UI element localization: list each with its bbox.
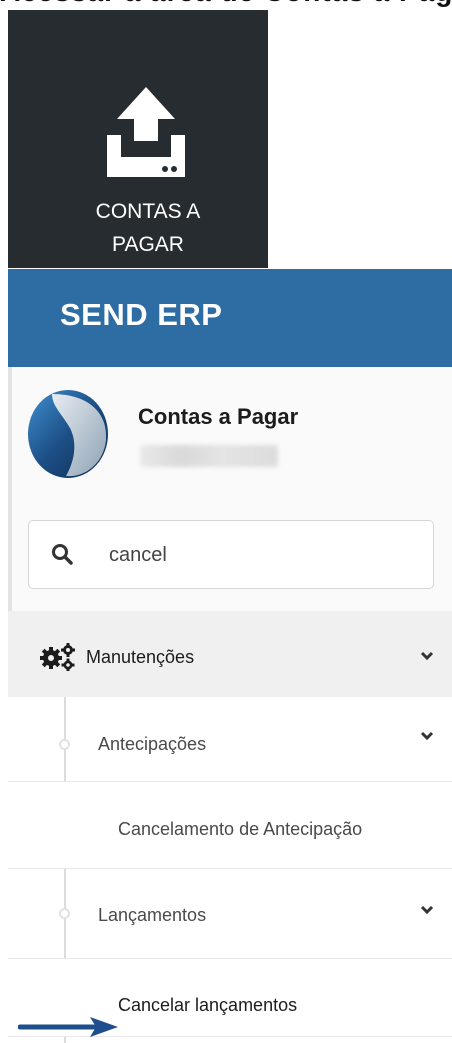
row-divider bbox=[8, 868, 452, 869]
row-divider bbox=[8, 958, 452, 959]
pointer-arrow-icon bbox=[18, 1017, 118, 1037]
tile-label: CONTAS A PAGAR bbox=[95, 200, 201, 256]
profile-subtitle-redacted bbox=[140, 445, 278, 467]
chevron-down-icon bbox=[420, 651, 434, 661]
panel-border bbox=[8, 367, 12, 612]
search-input[interactable] bbox=[109, 539, 409, 571]
top-caption: Acessar a área de Contas a Pagar bbox=[0, 0, 452, 10]
submenu bbox=[8, 697, 452, 1043]
menu-item-label: Cancelar lançamentos bbox=[118, 995, 298, 1015]
search-icon bbox=[52, 544, 73, 565]
chevron-down-icon bbox=[420, 905, 434, 915]
send-logo-icon bbox=[28, 390, 108, 478]
menu-item-label: Antecipações bbox=[98, 734, 207, 754]
cogs-icon bbox=[40, 643, 75, 671]
upload-tray-icon bbox=[107, 87, 185, 177]
app-header: SEND ERP bbox=[8, 269, 452, 367]
search-box[interactable] bbox=[28, 520, 434, 589]
app-title: SEND ERP bbox=[60, 297, 223, 332]
contas-a-pagar-tile[interactable]: CONTAS A PAGAR bbox=[8, 10, 268, 268]
profile-title: Contas a Pagar bbox=[138, 404, 299, 429]
chevron-down-icon bbox=[420, 731, 434, 741]
menu-group-manutencoes[interactable]: Manutenções bbox=[8, 611, 452, 697]
group-label: Manutenções bbox=[86, 647, 195, 667]
menu-item-label: Lançamentos bbox=[98, 905, 207, 925]
top-caption-text: Acessar a área de Contas a Pagar bbox=[0, 0, 452, 8]
tree-node-dot bbox=[59, 908, 70, 919]
tree-node-dot bbox=[59, 739, 70, 750]
row-divider bbox=[8, 781, 452, 782]
menu-item-label: Cancelamento de Antecipação bbox=[118, 819, 363, 839]
